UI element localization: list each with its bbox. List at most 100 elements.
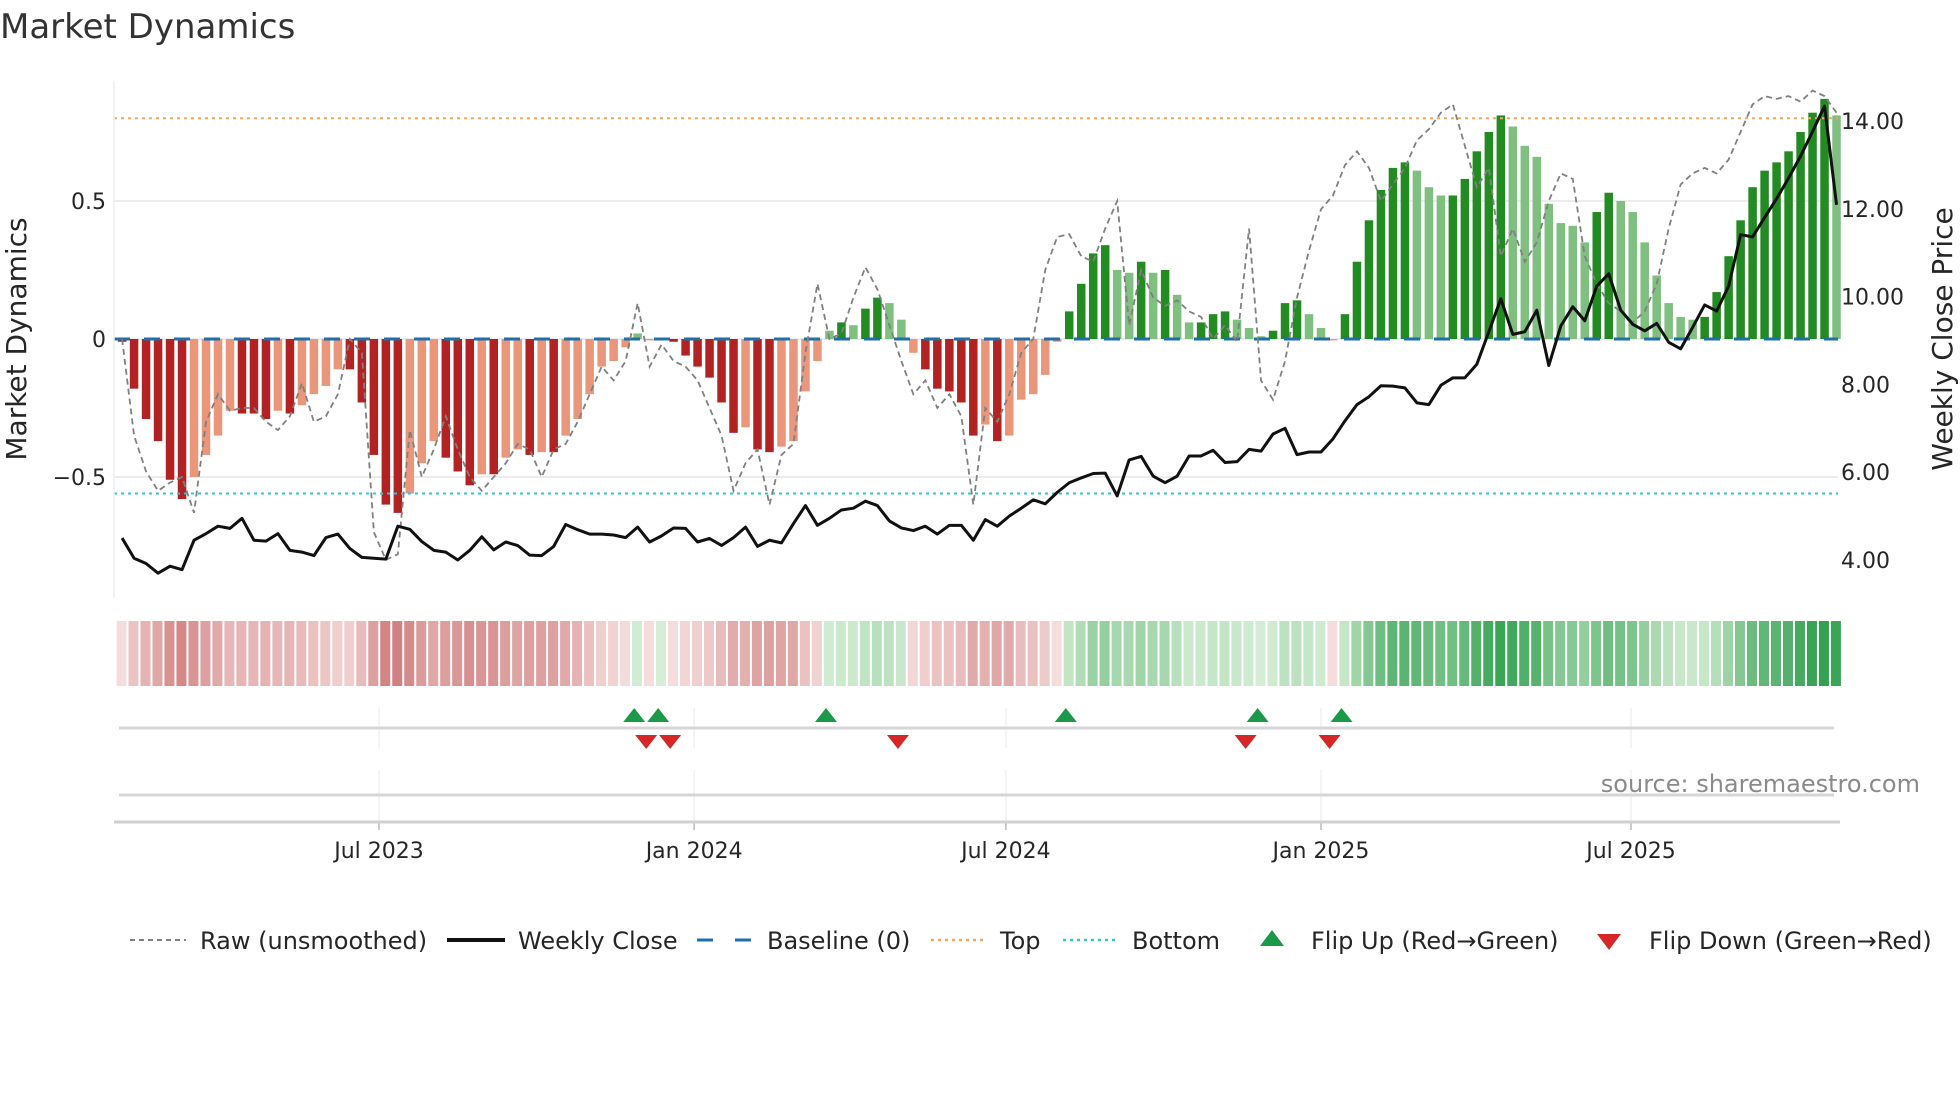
regime-cell xyxy=(428,621,439,686)
regime-cell xyxy=(1219,621,1230,686)
y2-tick-label: 14.00 xyxy=(1841,110,1904,135)
regime-cell xyxy=(212,621,223,686)
regime-cell xyxy=(739,621,750,686)
regime-cell xyxy=(1099,621,1110,686)
regime-cell xyxy=(1243,621,1254,686)
regime-cell xyxy=(955,621,966,686)
chart-title: Market Dynamics xyxy=(0,7,295,47)
legend-label: Baseline (0) xyxy=(767,927,910,955)
momentum-bar xyxy=(249,339,259,414)
momentum-bar xyxy=(909,339,918,353)
y2-tick-label: 6.00 xyxy=(1841,461,1890,486)
regime-cell xyxy=(919,621,930,686)
regime-cell xyxy=(1615,621,1626,686)
momentum-bar xyxy=(345,339,355,370)
momentum-bar xyxy=(381,339,391,505)
regime-cell xyxy=(1711,621,1722,686)
regime-cell xyxy=(620,621,631,686)
momentum-bar xyxy=(1712,292,1721,339)
momentum-bar xyxy=(1364,220,1374,339)
legend-item-flip-down: Flip Down (Green→Red) xyxy=(1597,927,1932,955)
regime-cell xyxy=(596,621,607,686)
legend-item-bottom: Bottom xyxy=(1063,927,1220,955)
legend-item-raw: Raw (unsmoothed) xyxy=(130,927,427,955)
regime-cell xyxy=(1027,621,1038,686)
momentum-bar xyxy=(729,339,738,433)
momentum-bar xyxy=(189,339,199,477)
momentum-bar xyxy=(1340,314,1350,339)
momentum-bar xyxy=(1520,145,1530,339)
regime-cell xyxy=(1770,621,1781,686)
regime-cell xyxy=(644,621,655,686)
momentum-bar xyxy=(597,339,606,367)
regime-cell xyxy=(1675,621,1686,686)
regime-cell xyxy=(284,621,295,686)
momentum-bar xyxy=(1460,178,1470,339)
legend-item-flip-up: Flip Up (Red→Green) xyxy=(1260,927,1559,955)
regime-cell xyxy=(823,621,834,686)
legend: Raw (unsmoothed) Weekly Close Baseline (0)… xyxy=(130,927,1932,955)
momentum-bar xyxy=(1832,115,1841,339)
regime-cell xyxy=(1039,621,1050,686)
momentum-bar xyxy=(1040,339,1050,375)
momentum-bar xyxy=(705,339,714,378)
source-note: source: sharemaestro.com xyxy=(1601,770,1920,798)
momentum-bar xyxy=(141,339,151,420)
legend-label: Weekly Close xyxy=(518,927,678,955)
legend-label: Flip Up (Red→Green) xyxy=(1311,927,1559,955)
x-tick-label: Jul 2024 xyxy=(959,839,1051,864)
momentum-bar xyxy=(1544,203,1554,339)
momentum-bar xyxy=(813,339,822,362)
y2-tick-label: 4.00 xyxy=(1841,549,1890,574)
momentum-bar xyxy=(1604,192,1613,339)
regime-cell xyxy=(1087,621,1098,686)
momentum-bar xyxy=(1472,151,1482,339)
momentum-bar xyxy=(1268,330,1278,339)
regime-cell xyxy=(775,621,786,686)
legend-label: Top xyxy=(999,927,1041,955)
momentum-bar xyxy=(225,339,235,411)
momentum-bar xyxy=(369,339,379,455)
momentum-bar xyxy=(405,339,415,494)
momentum-bar xyxy=(1388,167,1398,339)
regime-cell xyxy=(847,621,858,686)
momentum-bar xyxy=(129,339,139,389)
regime-cell xyxy=(1195,621,1206,686)
momentum-bar xyxy=(717,339,726,403)
regime-cell xyxy=(1603,621,1614,686)
regime-cell xyxy=(1495,621,1506,686)
momentum-bar xyxy=(801,339,810,392)
x-tick-label: Jul 2025 xyxy=(1584,839,1676,864)
regime-cell xyxy=(943,621,954,686)
regime-cell xyxy=(1818,621,1829,686)
regime-cell xyxy=(1519,621,1530,686)
momentum-bar xyxy=(1808,112,1817,340)
momentum-bar xyxy=(777,339,786,447)
momentum-bar xyxy=(1196,322,1206,339)
momentum-bar xyxy=(1616,201,1625,339)
regime-cell xyxy=(1687,621,1698,686)
regime-cell xyxy=(967,621,978,686)
regime-cell xyxy=(799,621,810,686)
regime-cell xyxy=(1627,621,1638,686)
momentum-bar xyxy=(765,339,774,453)
momentum-bar xyxy=(1772,162,1781,339)
regime-cell xyxy=(1758,621,1769,686)
regime-cell xyxy=(751,621,762,686)
momentum-bar xyxy=(573,339,582,420)
regime-cell xyxy=(1111,621,1122,686)
flip-down-icon xyxy=(1597,934,1621,950)
momentum-bar xyxy=(393,339,403,513)
regime-cell xyxy=(1171,621,1182,686)
momentum-bar xyxy=(153,339,163,442)
regime-cell xyxy=(548,621,559,686)
momentum-bar xyxy=(1328,339,1338,341)
regime-cell xyxy=(1147,621,1158,686)
momentum-bar xyxy=(273,339,283,411)
regime-cell xyxy=(1255,621,1266,686)
momentum-bar xyxy=(1412,170,1422,339)
legend-item-top: Top xyxy=(931,927,1041,955)
momentum-bar xyxy=(1304,314,1314,339)
regime-cell xyxy=(871,621,882,686)
y-tick-label: 0 xyxy=(92,328,106,353)
